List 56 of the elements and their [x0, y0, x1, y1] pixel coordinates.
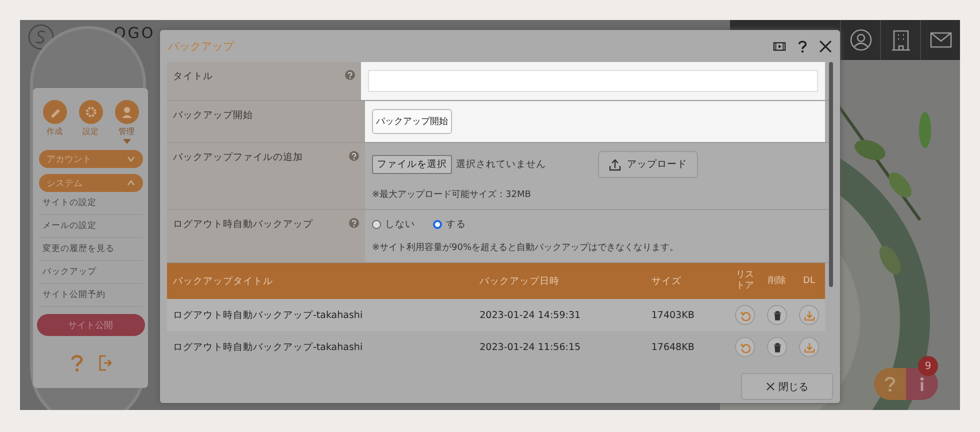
menu-item[interactable]: 変更の履歴を見る [38, 238, 142, 261]
table-cell: 17403KB [645, 299, 729, 331]
column-header: 削除 [761, 263, 793, 299]
menu-item[interactable]: サイトの設定 [38, 192, 142, 215]
help-icon[interactable] [796, 40, 809, 52]
help-icon[interactable] [349, 151, 359, 161]
radio-button[interactable] [372, 220, 381, 229]
download-icon[interactable] [799, 305, 819, 325]
help-button[interactable] [874, 368, 906, 400]
trash-icon[interactable] [767, 337, 787, 357]
radio-label[interactable]: しない [385, 218, 415, 231]
column-header: サイズ [645, 263, 729, 299]
menu-item[interactable]: バックアップ [38, 261, 142, 284]
field-label: バックアップ開始 [173, 109, 253, 123]
field-label: バックアップファイルの追加 [173, 151, 303, 165]
radio-label[interactable]: する [446, 218, 466, 231]
backup-start-button[interactable]: バックアップ開始 [372, 109, 452, 134]
pen-icon[interactable] [42, 100, 66, 124]
close-button[interactable]: 閉じる [741, 373, 833, 400]
upload-button[interactable]: アップロード [598, 151, 698, 178]
note-text: ※サイト利用容量が90%を超えると自動バックアップはできなくなります。 [372, 241, 680, 254]
field-label: タイトル [173, 70, 213, 84]
dialog-title: バックアップ [168, 38, 234, 54]
trash-icon[interactable] [767, 305, 787, 325]
user-icon[interactable] [848, 28, 872, 52]
download-icon[interactable] [799, 337, 819, 357]
close-icon [766, 382, 774, 391]
sidebar-tab[interactable]: 設定 [82, 126, 98, 137]
video-icon[interactable] [773, 40, 786, 52]
column-header: バックアップ日時 [474, 263, 646, 299]
file-status: 選択されていません [456, 158, 546, 171]
scrollbar[interactable] [829, 62, 833, 287]
restore-icon[interactable] [735, 305, 755, 325]
title-input[interactable] [368, 70, 818, 92]
column-header: DL [793, 263, 825, 299]
choose-file-button[interactable]: ファイルを選択 [372, 155, 452, 174]
help-icon[interactable] [349, 218, 359, 228]
help-icon[interactable] [345, 70, 355, 80]
column-header: リストア [729, 263, 761, 299]
menu-item[interactable]: メールの設定 [38, 215, 142, 238]
note-text: ※最大アップロード可能サイズ：32MB [372, 188, 532, 201]
gear-icon[interactable] [78, 100, 102, 124]
person-icon[interactable] [114, 100, 138, 124]
column-header: バックアップタイトル [167, 263, 474, 299]
restore-icon[interactable] [735, 337, 755, 357]
upload-icon [609, 158, 621, 170]
logout-icon[interactable] [98, 354, 112, 372]
field-label: ログアウト時自動バックアップ [173, 218, 313, 232]
table-cell: ログアウト時自動バックアップ-takahashi [167, 299, 474, 331]
sidebar-tab[interactable]: 作成 [46, 126, 62, 137]
menu-item[interactable]: サイト公開予約 [38, 284, 142, 307]
publish-button[interactable]: サイト公開 [36, 314, 144, 336]
close-icon[interactable] [819, 40, 832, 52]
table-cell: 2023-01-24 14:59:31 [474, 299, 646, 331]
radio-button[interactable] [433, 220, 442, 229]
sidebar-tab[interactable]: 管理 [118, 126, 134, 137]
